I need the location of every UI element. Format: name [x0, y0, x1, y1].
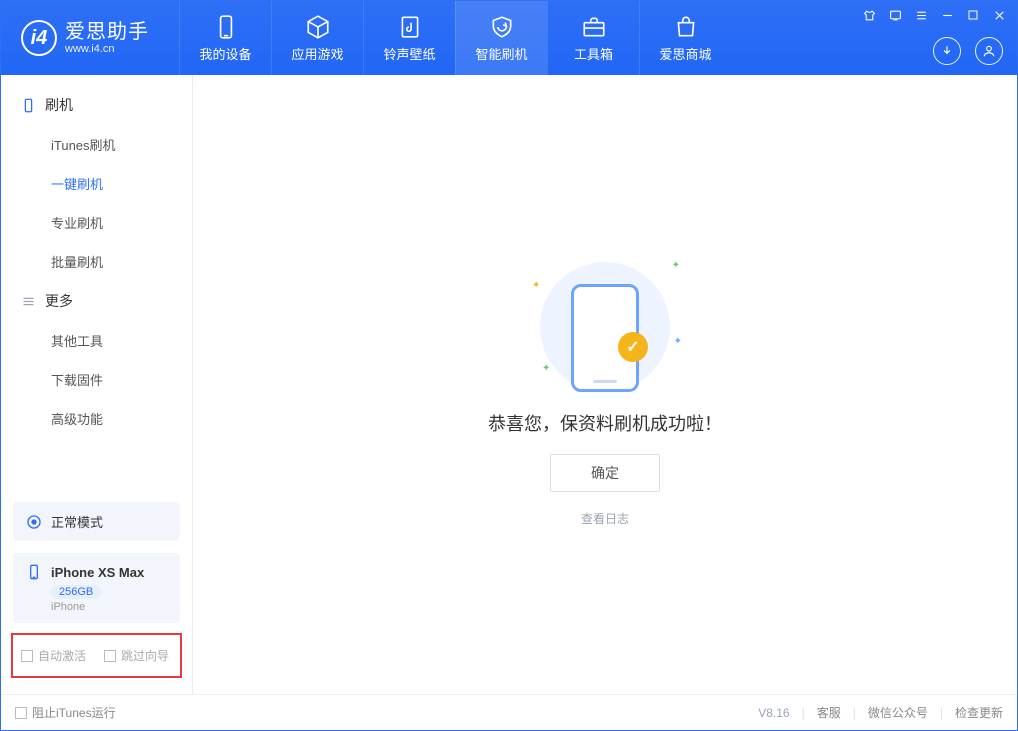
- phone-outline-icon: [19, 96, 37, 114]
- download-icon: [940, 44, 954, 58]
- tab-label: 铃声壁纸: [383, 44, 435, 63]
- sidebar-item-other-tools[interactable]: 其他工具: [1, 321, 192, 360]
- success-illustration: ✦ ✦ ✦ ✦ ✓: [510, 242, 700, 392]
- user-account-button[interactable]: [975, 37, 1003, 65]
- user-icon: [982, 44, 996, 58]
- tab-label: 工具箱: [574, 44, 613, 63]
- app-name: 爱思助手: [65, 21, 149, 43]
- device-mode-label: 正常模式: [51, 512, 103, 531]
- checkbox-block-itunes[interactable]: 阻止iTunes运行: [15, 704, 116, 721]
- list-icon: [19, 292, 37, 310]
- sidebar-group-label: 刷机: [45, 95, 73, 115]
- device-capacity-badge: 256GB: [51, 585, 101, 599]
- sparkle-icon: ✦: [542, 363, 550, 374]
- sidebar-item-onekey-flash[interactable]: 一键刷机: [1, 164, 192, 203]
- device-icon: [25, 563, 43, 581]
- check-update-link[interactable]: 检查更新: [955, 704, 1003, 721]
- sparkle-icon: ✦: [532, 280, 540, 291]
- bag-icon: [673, 14, 699, 40]
- tab-toolbox[interactable]: 工具箱: [547, 1, 639, 75]
- skin-icon[interactable]: [861, 7, 877, 23]
- device-info-panel[interactable]: iPhone XS Max 256GB iPhone: [13, 553, 180, 623]
- tab-my-device[interactable]: 我的设备: [179, 1, 271, 75]
- checkbox-label: 跳过向导: [121, 647, 169, 664]
- briefcase-icon: [581, 14, 607, 40]
- tab-label: 我的设备: [199, 44, 251, 63]
- music-file-icon: [397, 14, 423, 40]
- sidebar-group-label: 更多: [45, 291, 73, 311]
- options-highlight-box: 自动激活 跳过向导: [11, 633, 182, 678]
- feedback-icon[interactable]: [887, 7, 903, 23]
- device-type: iPhone: [51, 601, 168, 613]
- app-logo: i4 爱思助手 www.i4.cn: [21, 20, 149, 56]
- tab-smart-flash[interactable]: 智能刷机: [455, 1, 547, 75]
- cube-icon: [305, 14, 331, 40]
- checkbox-label: 自动激活: [38, 647, 86, 664]
- wechat-link[interactable]: 微信公众号: [868, 704, 928, 721]
- sidebar-item-advanced[interactable]: 高级功能: [1, 399, 192, 438]
- view-log-link[interactable]: 查看日志: [581, 510, 629, 527]
- checkbox-auto-activate[interactable]: 自动激活: [21, 647, 86, 664]
- tab-store[interactable]: 爱思商城: [639, 1, 731, 75]
- nav-tabs: 我的设备 应用游戏 铃声壁纸 智能刷机 工具箱 爱思商城: [179, 1, 731, 75]
- menu-icon[interactable]: [913, 7, 929, 23]
- sidebar-group-flash: 刷机: [1, 85, 192, 125]
- tab-apps-games[interactable]: 应用游戏: [271, 1, 363, 75]
- tab-label: 应用游戏: [291, 44, 343, 63]
- version-label: V8.16: [758, 706, 789, 720]
- sidebar-group-more: 更多: [1, 281, 192, 321]
- tab-label: 爱思商城: [659, 44, 711, 63]
- device-name: iPhone XS Max: [51, 565, 144, 580]
- maximize-button[interactable]: [965, 7, 981, 23]
- sidebar-item-download-firmware[interactable]: 下载固件: [1, 360, 192, 399]
- status-bar: 阻止iTunes运行 V8.16 | 客服 | 微信公众号 | 检查更新: [1, 694, 1017, 730]
- support-link[interactable]: 客服: [817, 704, 841, 721]
- download-manager-button[interactable]: [933, 37, 961, 65]
- main-content: ✦ ✦ ✦ ✦ ✓ 恭喜您，保资料刷机成功啦！ 确定 查看日志: [193, 75, 1017, 694]
- tab-label: 智能刷机: [475, 44, 527, 63]
- logo-badge-icon: i4: [21, 20, 57, 56]
- sidebar-item-pro-flash[interactable]: 专业刷机: [1, 203, 192, 242]
- tab-ringtone-wallpaper[interactable]: 铃声壁纸: [363, 1, 455, 75]
- sidebar-item-batch-flash[interactable]: 批量刷机: [1, 242, 192, 281]
- sparkle-icon: ✦: [674, 336, 682, 347]
- sidebar: 刷机 iTunes刷机 一键刷机 专业刷机 批量刷机 更多 其他工具 下载固件 …: [1, 75, 193, 694]
- mode-icon: [25, 513, 43, 531]
- close-button[interactable]: [991, 7, 1007, 23]
- minimize-button[interactable]: [939, 7, 955, 23]
- phone-icon: [213, 14, 239, 40]
- success-message: 恭喜您，保资料刷机成功啦！: [488, 410, 722, 436]
- titlebar: i4 爱思助手 www.i4.cn 我的设备 应用游戏 铃声壁纸 智能刷机: [1, 1, 1017, 75]
- sparkle-icon: ✦: [672, 260, 680, 271]
- checkbox-label: 阻止iTunes运行: [32, 704, 116, 721]
- checkmark-badge-icon: ✓: [618, 332, 648, 362]
- sidebar-item-itunes-flash[interactable]: iTunes刷机: [1, 125, 192, 164]
- ok-button[interactable]: 确定: [550, 454, 660, 492]
- device-mode-panel[interactable]: 正常模式: [13, 502, 180, 541]
- app-url: www.i4.cn: [65, 43, 149, 55]
- checkbox-skip-guide[interactable]: 跳过向导: [104, 647, 169, 664]
- refresh-shield-icon: [489, 14, 515, 40]
